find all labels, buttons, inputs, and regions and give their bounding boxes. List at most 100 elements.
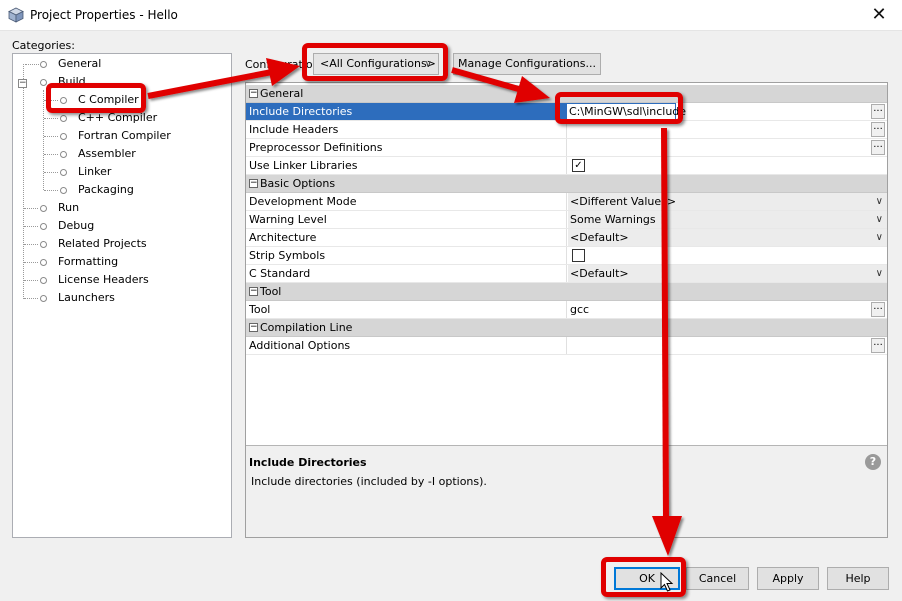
property-name: Additional Options: [246, 337, 567, 354]
architecture-dropdown[interactable]: <Default> ∨: [568, 229, 887, 246]
node-icon: [60, 115, 67, 122]
node-icon: [60, 187, 67, 194]
strip-symbols-checkbox[interactable]: [572, 249, 585, 262]
property-row-additional-options[interactable]: Additional Options ...: [246, 337, 887, 355]
property-row-use-linker-libraries[interactable]: Use Linker Libraries ✓: [246, 157, 887, 175]
development-mode-dropdown[interactable]: <Different Values> ∨: [568, 193, 887, 210]
section-compilation-line[interactable]: − Compilation Line: [246, 319, 887, 337]
collapse-icon[interactable]: −: [249, 287, 258, 296]
use-linker-libraries-checkbox[interactable]: ✓: [572, 159, 585, 172]
property-row-warning-level[interactable]: Warning Level Some Warnings ∨: [246, 211, 887, 229]
section-general[interactable]: − General: [246, 85, 887, 103]
help-button[interactable]: Help: [827, 567, 889, 590]
property-row-c-standard[interactable]: C Standard <Default> ∨: [246, 265, 887, 283]
tree-item-related-projects[interactable]: Related Projects: [24, 235, 225, 253]
property-name: Development Mode: [246, 193, 567, 210]
property-row-architecture[interactable]: Architecture <Default> ∨: [246, 229, 887, 247]
property-value: [568, 247, 887, 264]
tree-item-label: Linker: [78, 165, 112, 178]
tree-item-formatting[interactable]: Formatting: [24, 253, 225, 271]
ellipsis-button[interactable]: ...: [871, 302, 885, 317]
tree-item-c-compiler[interactable]: C Compiler: [44, 91, 225, 109]
title-bar: Project Properties - Hello ✕: [0, 0, 902, 31]
ellipsis-button[interactable]: ...: [871, 338, 885, 353]
cancel-button[interactable]: Cancel: [686, 567, 749, 590]
section-label: Compilation Line: [260, 321, 353, 334]
node-icon: [60, 151, 67, 158]
categories-tree[interactable]: − General Build C Compiler C++ Compiler …: [12, 53, 232, 538]
property-name: C Standard: [246, 265, 567, 282]
property-row-include-headers[interactable]: Include Headers ...: [246, 121, 887, 139]
tree-connector: [43, 90, 44, 190]
node-icon: [60, 97, 67, 104]
tree-item-label: Fortran Compiler: [78, 129, 171, 142]
manage-configurations-button[interactable]: Manage Configurations...: [453, 53, 601, 75]
collapse-icon[interactable]: −: [249, 323, 258, 332]
tree-item-run[interactable]: Run: [24, 199, 225, 217]
property-name: Include Directories: [246, 103, 567, 120]
chevron-down-icon: ∨: [875, 196, 883, 207]
property-name: Architecture: [246, 229, 567, 246]
tree-item-cpp-compiler[interactable]: C++ Compiler: [44, 109, 225, 127]
node-icon: [40, 205, 47, 212]
ellipsis-button[interactable]: ...: [871, 140, 885, 155]
tree-item-label: Assembler: [78, 147, 136, 160]
property-name: Preprocessor Definitions: [246, 139, 567, 156]
apply-button[interactable]: Apply: [757, 567, 819, 590]
ellipsis-button[interactable]: ...: [871, 104, 885, 119]
categories-label: Categories:: [12, 39, 75, 52]
close-icon[interactable]: ✕: [856, 0, 902, 31]
chevron-down-icon: ∨: [875, 214, 883, 225]
tree-item-launchers[interactable]: Launchers: [24, 289, 225, 307]
property-sheet: − General Include Directories C:\MinGW\s…: [245, 82, 888, 538]
configuration-dropdown[interactable]: <All Configurations> ∨: [313, 53, 439, 75]
node-icon: [40, 277, 47, 284]
node-icon: [40, 241, 47, 248]
property-row-preprocessor-definitions[interactable]: Preprocessor Definitions ...: [246, 139, 887, 157]
tree-item-fortran-compiler[interactable]: Fortran Compiler: [44, 127, 225, 145]
node-icon: [60, 133, 67, 140]
section-label: General: [260, 87, 304, 100]
warning-level-dropdown[interactable]: Some Warnings ∨: [568, 211, 887, 228]
property-value[interactable]: [568, 121, 887, 138]
tree-item-debug[interactable]: Debug: [24, 217, 225, 235]
section-tool[interactable]: − Tool: [246, 283, 887, 301]
help-icon[interactable]: ?: [865, 454, 881, 470]
window-title: Project Properties - Hello: [30, 8, 178, 22]
property-row-strip-symbols[interactable]: Strip Symbols: [246, 247, 887, 265]
ellipsis-button[interactable]: ...: [871, 122, 885, 137]
section-label: Basic Options: [260, 177, 336, 190]
description-title: Include Directories: [249, 456, 367, 469]
chevron-down-icon: ∨: [875, 268, 883, 279]
property-name: Use Linker Libraries: [246, 157, 567, 174]
tree-item-label: License Headers: [58, 273, 149, 286]
mouse-cursor-icon: [660, 572, 674, 592]
tool-value[interactable]: gcc: [568, 301, 887, 318]
tree-item-linker[interactable]: Linker: [44, 163, 225, 181]
tree-connector: [23, 64, 24, 299]
tree-item-packaging[interactable]: Packaging: [44, 181, 225, 199]
section-label: Tool: [260, 285, 282, 298]
tree-item-assembler[interactable]: Assembler: [44, 145, 225, 163]
node-icon: [40, 259, 47, 266]
property-value[interactable]: [568, 139, 887, 156]
tree-item-general[interactable]: General: [25, 55, 225, 73]
property-row-tool[interactable]: Tool gcc ...: [246, 301, 887, 319]
tree-item-build[interactable]: Build: [25, 73, 225, 91]
property-value[interactable]: [568, 337, 887, 354]
collapse-icon[interactable]: −: [249, 89, 258, 98]
tree-item-label: Packaging: [78, 183, 134, 196]
tree-item-license-headers[interactable]: License Headers: [24, 271, 225, 289]
collapse-icon[interactable]: −: [249, 179, 258, 188]
section-basic-options[interactable]: − Basic Options: [246, 175, 887, 193]
property-name: Include Headers: [246, 121, 567, 138]
include-directories-input[interactable]: C:\MinGW\sdl\include: [566, 103, 686, 121]
tree-item-label: Run: [58, 201, 80, 214]
chevron-down-icon: ∨: [875, 232, 883, 243]
property-name: Tool: [246, 301, 567, 318]
c-standard-dropdown[interactable]: <Default> ∨: [568, 265, 887, 282]
property-row-development-mode[interactable]: Development Mode <Different Values> ∨: [246, 193, 887, 211]
property-row-include-directories[interactable]: Include Directories C:\MinGW\sdl\include…: [246, 103, 887, 121]
node-icon: [40, 223, 47, 230]
tree-item-label: Debug: [58, 219, 95, 232]
